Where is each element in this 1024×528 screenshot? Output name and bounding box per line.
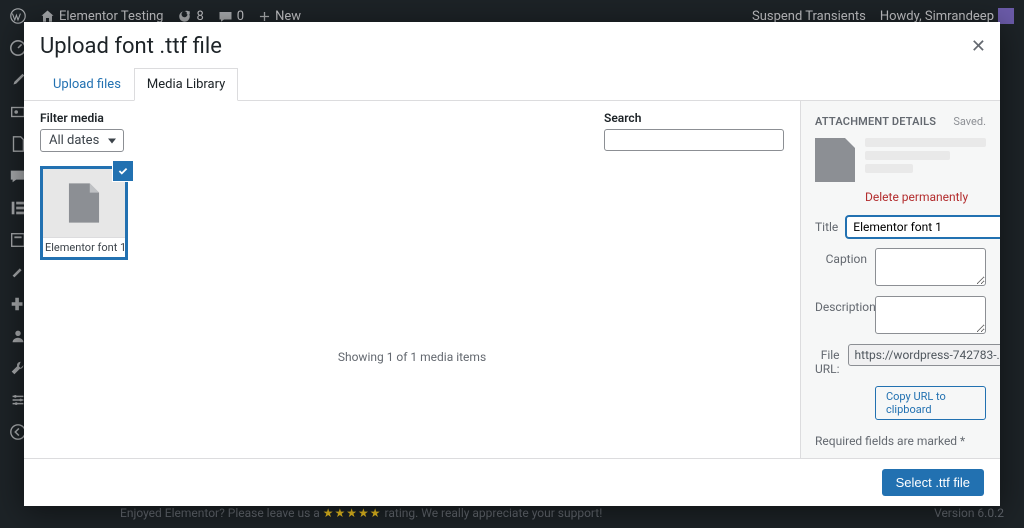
saved-indicator: Saved.: [953, 115, 986, 128]
select-file-button[interactable]: Select .ttf file: [882, 469, 984, 496]
file-url-field[interactable]: [848, 344, 1000, 366]
chevron-down-icon: [108, 138, 116, 143]
star-rating-icon[interactable]: ★★★★★: [323, 506, 382, 520]
title-field[interactable]: [846, 216, 1000, 238]
file-url-label: File URL:: [815, 344, 840, 376]
footer-text-post: rating. We really appreciate your suppor…: [385, 506, 603, 520]
modal-title: Upload font .ttf file: [24, 22, 1000, 59]
detail-file-icon: [815, 138, 855, 182]
caption-field[interactable]: [875, 248, 986, 286]
description-field[interactable]: [875, 296, 986, 334]
attachment-details-sidebar: ATTACHMENT DETAILS Saved. Delete permane…: [800, 101, 1000, 458]
sidebar-title: ATTACHMENT DETAILS: [815, 115, 936, 128]
search-label: Search: [604, 111, 784, 125]
close-icon[interactable]: ✕: [971, 36, 986, 57]
selected-check-icon[interactable]: [113, 161, 133, 181]
wp-version: Version 6.0.2: [934, 506, 1004, 520]
wp-footer: Enjoyed Elementor? Please leave us a ★★★…: [120, 506, 1004, 520]
footer-text-pre: Enjoyed Elementor? Please leave us a: [120, 506, 323, 520]
copy-url-button[interactable]: Copy URL to clipboard: [875, 386, 986, 420]
required-fields-note: Required fields are marked *: [815, 434, 986, 448]
media-grid-panel: Filter media All dates Search: [24, 101, 800, 458]
attachment-filename: Elementor font 1: [43, 237, 125, 257]
tab-upload-files[interactable]: Upload files: [40, 68, 134, 101]
avatar: [998, 8, 1014, 24]
attachment-item[interactable]: Elementor font 1: [40, 166, 128, 260]
filter-media-label: Filter media: [40, 111, 124, 125]
search-input[interactable]: [604, 129, 784, 151]
tab-media-library[interactable]: Media Library: [134, 68, 238, 101]
title-field-label: Title: [815, 216, 838, 234]
modal-tabs: Upload files Media Library: [24, 67, 1000, 101]
modal-footer: Select .ttf file: [24, 458, 1000, 506]
delete-permanently-link[interactable]: Delete permanently: [865, 190, 968, 204]
detail-file-info: [865, 138, 986, 182]
description-field-label: Description: [815, 296, 867, 314]
date-filter-value: All dates: [49, 133, 99, 148]
media-modal: ✕ Upload font .ttf file Upload files Med…: [24, 22, 1000, 506]
media-status-text: Showing 1 of 1 media items: [40, 350, 784, 364]
date-filter-select[interactable]: All dates: [40, 129, 124, 152]
caption-field-label: Caption: [815, 248, 867, 266]
